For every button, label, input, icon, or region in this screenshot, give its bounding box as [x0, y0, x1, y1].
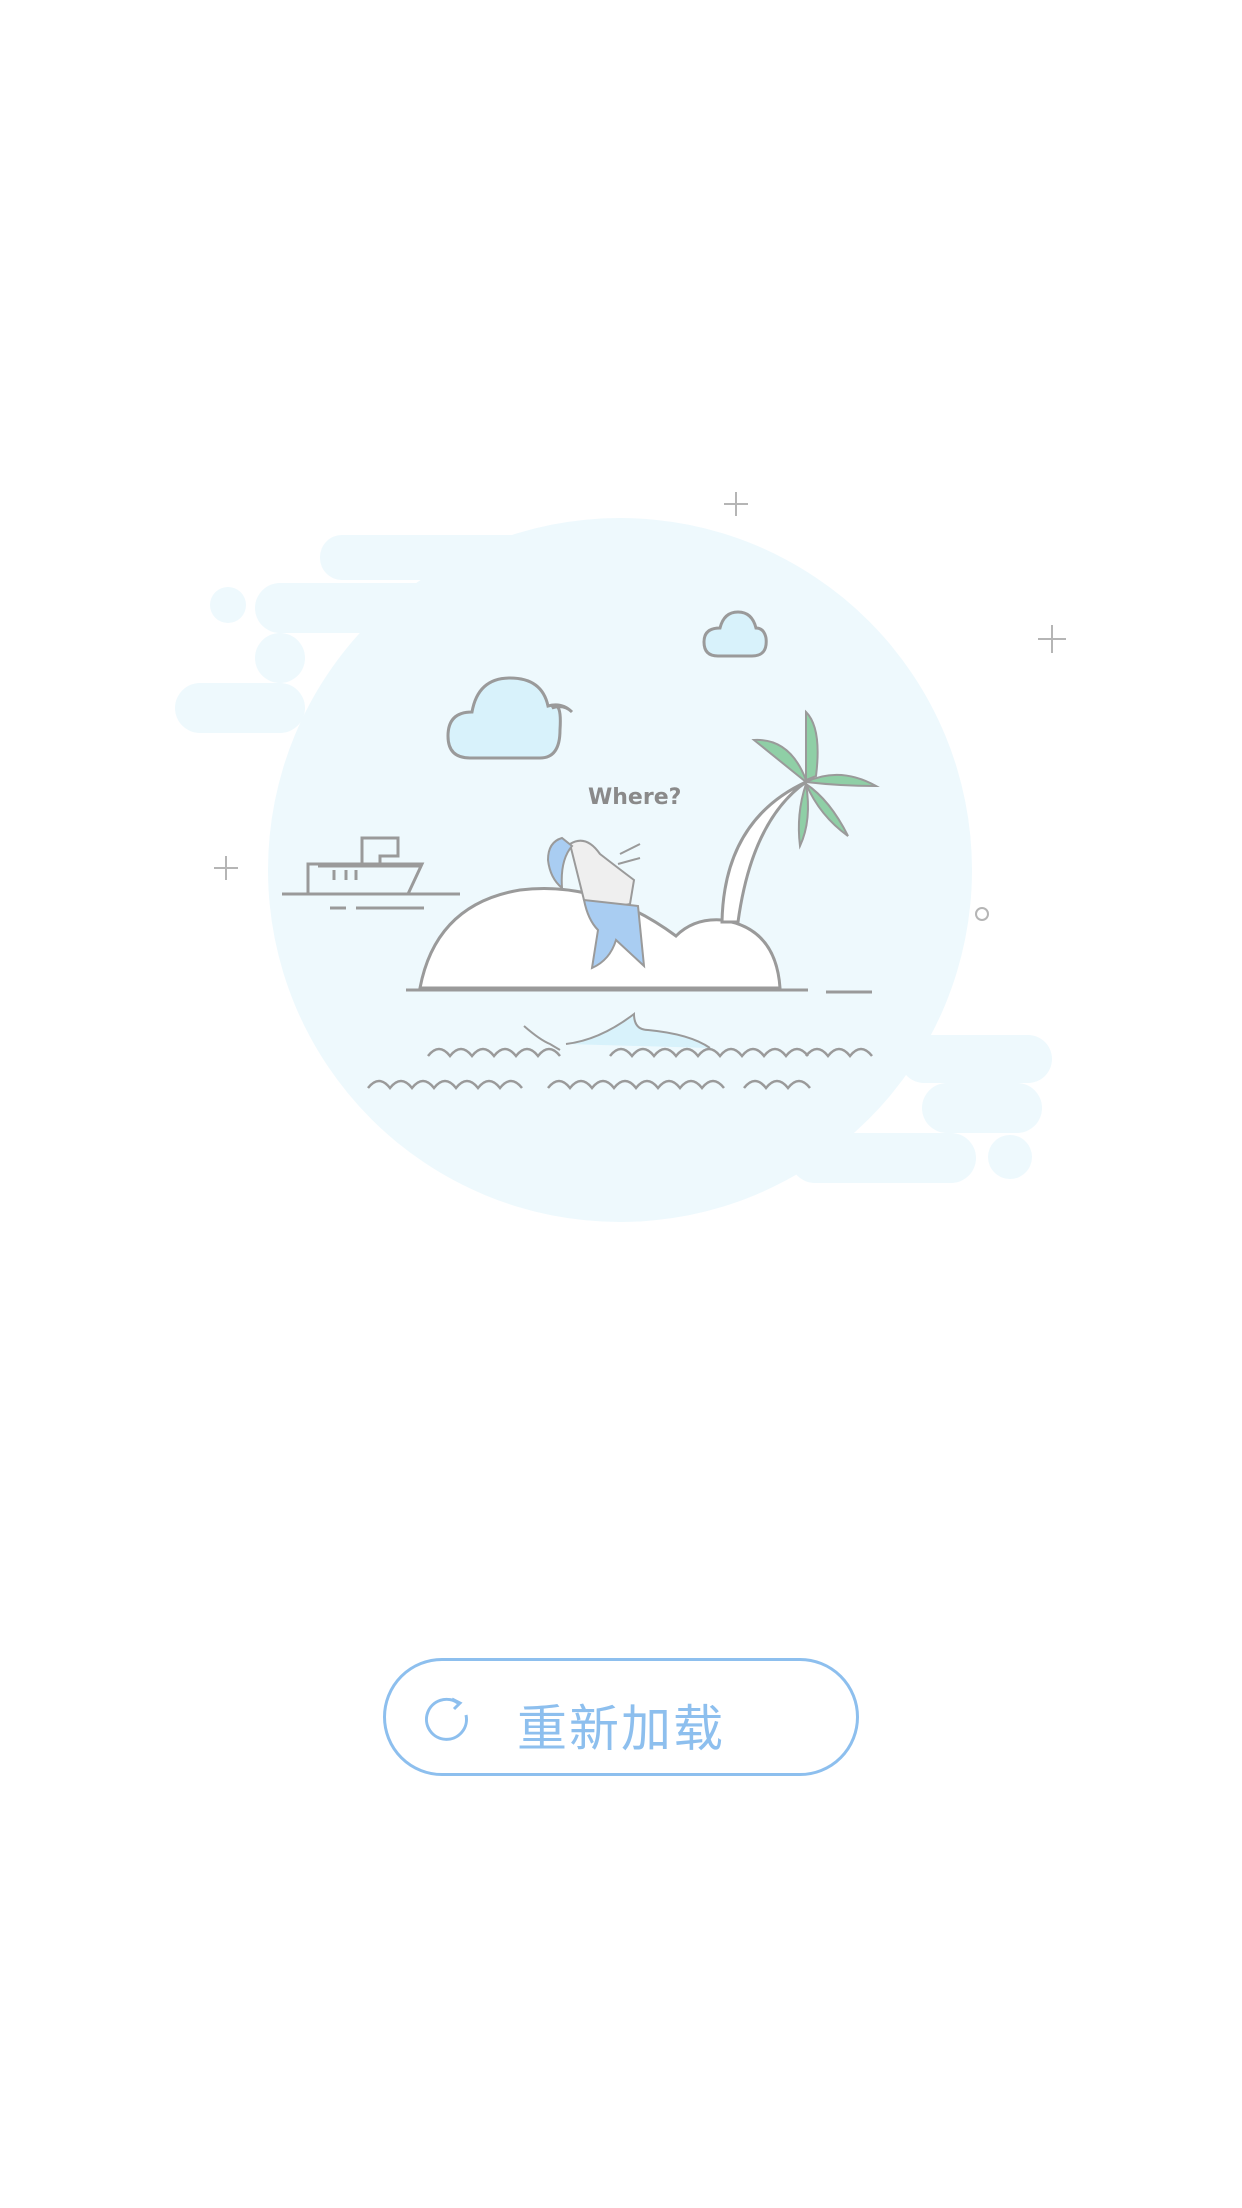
reload-button[interactable]: 重新加载 — [383, 1658, 859, 1776]
reload-button-label: 重新加载 — [517, 1700, 725, 1758]
network-error-illustration: Where? — [0, 0, 1242, 1400]
where-caption: Where? — [588, 785, 681, 810]
error-page: Where? 重新加载 — [0, 0, 1242, 2208]
